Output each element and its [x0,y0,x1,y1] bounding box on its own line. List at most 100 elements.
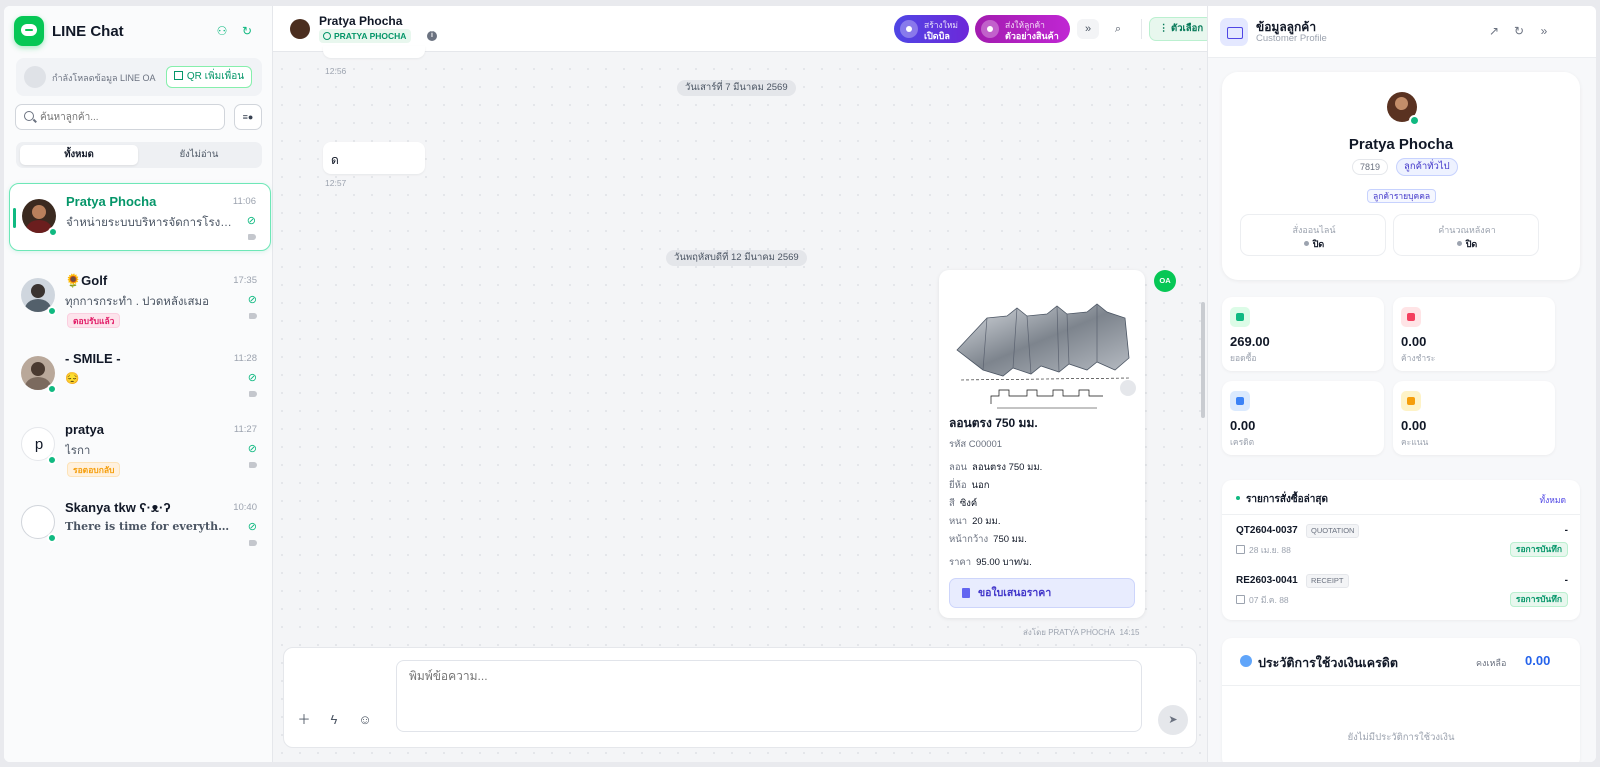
product-title: ลอนตรง 750 มม. [949,416,1038,430]
roof-calculator-toggle[interactable]: คำนวณหลังคา ปิด [1393,214,1539,256]
scrollbar[interactable] [1201,302,1205,418]
message-text: ด [331,153,339,167]
image-zoom-icon[interactable] [1120,380,1136,396]
message-composer: ＋ ϟ ☺ ➤ [283,647,1197,748]
read-status-icon: ⊘ [246,215,256,227]
oa-status-text: กำลังโหลดข้อมูล LINE OA [52,73,156,83]
order-row[interactable]: QT2604-0037 QUOTATION 28 เม.ย. 88 - รอกา… [1236,524,1568,565]
external-link-icon[interactable]: ↗ [1486,23,1502,39]
chat-list-item[interactable]: Skanya tkw ʕ·ᴥ·ʔ 10:40 There is time for… [9,490,271,558]
contact-label-badge: PRATYA PHOCHA [319,29,412,43]
plus-icon[interactable]: ＋ [296,712,312,728]
status-badge: ตอบรับแล้ว [67,313,121,328]
line-logo-icon [14,16,44,46]
send-sample-button[interactable]: ส่งให้ลูกค้า ตัวอย่างสินค้า [975,15,1070,43]
chat-time: 17:35 [233,275,257,286]
stat-label: คะแนน [1401,437,1429,447]
customer-name: Pratya Phocha [1348,136,1454,153]
credit-history-title: ประวัติการใช้วงเงินเครดิต [1258,656,1399,670]
id-card-icon [1220,18,1248,46]
lightning-icon[interactable]: ϟ [326,712,342,728]
credit-remaining-label: คงเหลือ [1476,658,1507,668]
info-icon[interactable]: i [427,31,437,41]
divider [1222,685,1580,686]
message-time: 12:56 [325,66,347,76]
online-indicator [47,455,57,465]
sidebar-header: LINE Chat ⚇ ↻ [14,16,264,46]
search-input[interactable] [40,108,220,126]
stat-value: 0.00 [1401,334,1427,349]
chat-contact-name: Pratya Phocha [319,14,403,28]
stat-label: ค้างชำระ [1401,353,1436,363]
view-all-orders-link[interactable]: ทั้งหมด [1540,493,1566,507]
chat-name: pratya [65,422,105,437]
chat-preview: ทุกการกระทำ . ปวดหลังเสมอ [65,296,209,308]
profile-subtitle: Customer Profile [1256,33,1327,44]
order-amount: - [1564,525,1568,536]
stat-outstanding: 0.00 ค้างชำระ [1393,297,1555,371]
read-status-icon: ⊘ [247,294,257,306]
chat-list-item[interactable]: 🌻Golf 17:35 ทุกการกระทำ . ปวดหลังเสมอ ⊘ … [9,263,271,331]
chat-filter-tabs: ทั้งหมด ยังไม่อ่าน [16,142,262,168]
chat-list-item[interactable]: Pratya Phocha 11:06 จำหน่ายระบบบริหารจัด… [9,183,271,251]
order-date: 07 มี.ค. 88 [1236,593,1289,607]
customer-category-badge: ลูกค้ารายบุคคล [1367,189,1437,203]
order-row[interactable]: RE2603-0041 RECEIPT 07 มี.ค. 88 - รอการบ… [1236,574,1568,615]
tag-icon[interactable] [249,391,257,397]
refresh-icon[interactable]: ↻ [1511,23,1527,39]
online-indicator [48,227,58,237]
request-quote-button[interactable]: ขอใบเสนอราคา [949,578,1135,608]
product-card: ลอนตรง 750 มม. รหัส C00001 ลอน ลอนตรง 750… [939,270,1145,618]
online-indicator [47,306,57,316]
chat-name: - SMILE - [65,351,121,366]
chat-preview: ไรกา [65,445,91,457]
purchase-icon: .s0::after{} [1230,307,1250,327]
message-input[interactable] [397,661,1140,730]
avatar [290,19,310,39]
customer-type-badge[interactable]: ลูกค้าทั่วไป [1396,158,1458,176]
plus-circle-icon [900,20,918,38]
search-icon [24,111,34,121]
collapse-panel-icon[interactable]: » [1536,23,1552,39]
customer-id-badge: 7819 [1352,159,1389,175]
refresh-icon[interactable]: ↻ [239,23,255,39]
chat-list-item[interactable]: - SMILE - 11:28 😔 ⊘ [9,341,271,409]
tab-unread[interactable]: ยังไม่อ่าน [140,145,258,165]
tab-all[interactable]: ทั้งหมด [20,145,138,165]
online-indicator [1409,115,1420,126]
product-spec: ลอน ลอนตรง 750 มม. [949,462,1043,473]
read-status-icon: ⊘ [247,372,257,384]
more-actions-icon[interactable]: » [1077,19,1099,39]
stat-value: 0.00 [1401,418,1427,433]
tag-icon[interactable] [249,462,257,468]
tag-icon[interactable] [248,234,256,240]
chat-time: 11:27 [233,424,257,435]
message-input-wrapper [396,660,1142,732]
qr-button-label: QR เพิ่มเพื่อน [186,71,245,82]
send-button[interactable]: ➤ [1158,705,1188,735]
sample-icon [981,20,999,38]
open-bill-button[interactable]: สร้างใหม่ เปิดบิล [894,15,969,43]
message-time: 12:57 [325,178,347,188]
emoji-icon[interactable]: ☺ [357,712,373,728]
chat-preview: 😔 [65,373,80,385]
options-button[interactable]: ⋮ ตัวเลือก [1149,17,1213,41]
message-bubble: ด [323,142,425,174]
stat-value: 0.00 [1230,418,1256,433]
stat-label: เครดิต [1230,437,1255,447]
tag-icon[interactable] [249,313,257,319]
chat-list-item[interactable]: p pratya 11:27 ไรกา ⊘ รอตอบกลับ [9,412,271,480]
filter-button[interactable]: ≡● [234,104,262,130]
qr-add-friend-button[interactable]: QR เพิ่มเพื่อน [166,66,252,88]
tag-icon[interactable] [249,540,257,546]
chat-name: Skanya tkw ʕ·ᴥ·ʔ [65,500,171,515]
chat-sidebar: LINE Chat ⚇ ↻ กำลังโหลดข้อมูล LINE OA QR… [4,6,273,762]
online-order-toggle[interactable]: สั่งออนไลน์ ปิด [1240,214,1386,256]
order-number: RE2603-0041 [1236,575,1298,586]
search-icon[interactable]: ⌕ [1107,19,1129,39]
add-friend-icon[interactable]: ⚇ [214,23,230,39]
product-spec: ยี่ห้อ นอก [949,480,990,491]
profile-header: ข้อมูลลูกค้า Customer Profile ↗ ↻ » [1208,6,1596,58]
stat-icon-glyph [1407,397,1415,405]
wallet-icon [1240,655,1252,667]
